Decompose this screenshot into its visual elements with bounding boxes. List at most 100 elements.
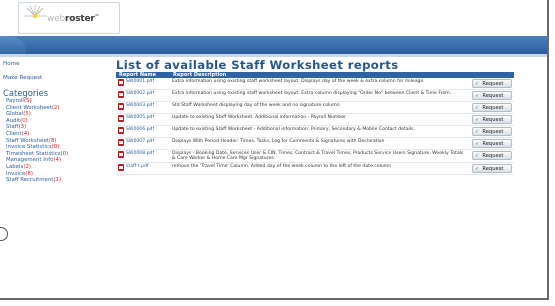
category-label: Invoice bbox=[6, 170, 26, 177]
request-cell: ✓ Request bbox=[468, 113, 514, 126]
report-name-cell: SW0006.pdf bbox=[116, 125, 170, 138]
category-label: Global bbox=[6, 111, 24, 118]
report-description: Update to existing Staff Worksheet - Add… bbox=[170, 125, 468, 138]
category-count: (5) bbox=[23, 111, 31, 118]
category-count: (1) bbox=[53, 177, 62, 184]
request-cell: ✓ Request bbox=[468, 89, 514, 102]
report-description: Extra information using existing staff w… bbox=[170, 89, 468, 102]
table-row: SW0007.pdf Displays With Period Header: T… bbox=[116, 137, 514, 150]
request-button-label: Request bbox=[482, 105, 504, 111]
request-cell: ✓ Request bbox=[468, 125, 514, 138]
category-link[interactable]: Invoice Statistics(0) bbox=[0, 144, 112, 151]
category-link[interactable]: Staff(3) bbox=[0, 124, 112, 131]
category-count: (0) bbox=[60, 150, 69, 157]
category-label: Management Info bbox=[6, 157, 54, 164]
category-count: (4) bbox=[53, 157, 62, 164]
request-button-label: Request bbox=[482, 81, 504, 87]
category-count: (0) bbox=[20, 117, 28, 124]
request-button-label: Request bbox=[482, 117, 504, 123]
category-link[interactable]: Invoice(8) bbox=[0, 171, 112, 178]
table-row: staff-t.pdf remove the 'Travel Time' Colu… bbox=[116, 162, 514, 176]
category-count: (5) bbox=[23, 98, 32, 104]
report-link[interactable]: SW0003.pdf bbox=[126, 103, 154, 108]
category-count: (2) bbox=[23, 163, 31, 170]
request-button-label: Request bbox=[482, 129, 504, 135]
request-button[interactable]: ✓ Request bbox=[472, 115, 512, 124]
checkmark-icon: ✓ bbox=[475, 93, 480, 99]
pdf-icon bbox=[118, 79, 124, 86]
category-link[interactable]: Global(5) bbox=[0, 111, 112, 118]
checkmark-icon: ✓ bbox=[475, 129, 480, 135]
category-label: Staff Recruitment bbox=[6, 177, 54, 184]
checkmark-icon: ✓ bbox=[475, 166, 480, 173]
category-link[interactable]: Client(4) bbox=[0, 131, 112, 138]
report-link[interactable]: SW0005.pdf bbox=[126, 115, 154, 120]
category-link[interactable]: Management Info(4) bbox=[0, 157, 112, 164]
report-description: Update to existing Staff Worksheet. Addi… bbox=[170, 113, 468, 126]
category-link[interactable]: Labels(2) bbox=[0, 164, 112, 171]
category-count: (0) bbox=[51, 144, 60, 151]
report-name-cell: SW0001.pdf bbox=[116, 78, 170, 90]
request-button[interactable]: ✓ Request bbox=[472, 79, 512, 88]
category-label: Audit bbox=[6, 117, 21, 124]
logo-text: webroster™ bbox=[47, 14, 100, 24]
categories-heading: Categories bbox=[3, 88, 49, 98]
page-title: List of available Staff Worksheet report… bbox=[116, 58, 399, 72]
table-row: SW0005.pdf Update to existing Staff Works… bbox=[116, 113, 514, 126]
report-link[interactable]: staff-t.pdf bbox=[126, 164, 149, 169]
request-button-label: Request bbox=[482, 153, 504, 159]
category-link[interactable]: Timesheet Statistics(0) bbox=[0, 151, 112, 158]
pdf-icon bbox=[118, 103, 124, 110]
category-count: (3) bbox=[18, 124, 27, 131]
category-count: (2) bbox=[51, 104, 60, 111]
table-row: SW0002.pdf Extra information using existi… bbox=[116, 89, 514, 102]
main-content: List of available Staff Worksheet report… bbox=[116, 58, 514, 176]
reports-table: Report Name Report Description SW0001.pd… bbox=[116, 72, 514, 176]
category-label: Payroll bbox=[6, 98, 24, 104]
webroster-logo[interactable]: webroster™ bbox=[18, 2, 120, 34]
request-cell: ✓ Request bbox=[468, 78, 514, 90]
checkmark-icon: ✓ bbox=[475, 105, 480, 111]
report-name-cell: SW0005.pdf bbox=[116, 113, 170, 126]
sidebar: Home Make Request Categories Payroll(5) C… bbox=[0, 60, 112, 184]
category-label: Staff bbox=[6, 124, 19, 131]
request-button[interactable]: ✓ Request bbox=[472, 127, 512, 136]
report-link[interactable]: SW0007.pdf bbox=[126, 139, 154, 144]
report-link[interactable]: SW0008.pdf bbox=[126, 151, 154, 156]
pdf-icon bbox=[118, 115, 124, 122]
report-description: remove the 'Travel Time' Column. Added d… bbox=[170, 162, 468, 176]
report-name-cell: SW0003.pdf bbox=[116, 101, 170, 114]
category-label: Invoice Statistics bbox=[6, 144, 52, 151]
category-link[interactable]: Staff Worksheet(8) bbox=[0, 138, 112, 145]
report-link[interactable]: SW0001.pdf bbox=[126, 79, 154, 84]
request-button[interactable]: ✓ Request bbox=[472, 139, 512, 148]
category-link[interactable]: Client Worksheet(2) bbox=[0, 105, 112, 112]
pdf-icon bbox=[118, 127, 124, 134]
table-row: SW0003.pdf Std Staff Worksheet displaying… bbox=[116, 101, 514, 114]
report-link[interactable]: SW0006.pdf bbox=[126, 127, 154, 132]
request-button[interactable]: ✓ Request bbox=[472, 91, 512, 100]
pdf-icon bbox=[118, 151, 124, 158]
category-count: (8) bbox=[48, 137, 57, 144]
sidebar-link-make-request[interactable]: Make Request bbox=[0, 74, 112, 83]
nav-bar-shadow bbox=[0, 54, 547, 57]
category-label: Client Worksheet bbox=[6, 104, 52, 111]
report-link[interactable]: SW0002.pdf bbox=[126, 91, 154, 96]
request-button[interactable]: ✓ Request bbox=[472, 164, 512, 174]
category-link[interactable]: Audit(0) bbox=[0, 118, 112, 125]
category-count: (8) bbox=[25, 170, 33, 177]
checkmark-icon: ✓ bbox=[475, 117, 480, 123]
report-description: Displays - Booking Date, Services User &… bbox=[170, 149, 468, 164]
request-button[interactable]: ✓ Request bbox=[472, 103, 512, 112]
category-list: Payroll(5) Client Worksheet(2) Global(5) Au… bbox=[0, 98, 112, 184]
request-button-label: Request bbox=[482, 93, 504, 99]
request-button-label: Request bbox=[482, 166, 504, 173]
pdf-icon bbox=[118, 139, 124, 146]
request-cell: ✓ Request bbox=[468, 101, 514, 114]
request-button[interactable]: ✓ Request bbox=[472, 151, 512, 160]
category-link[interactable]: Payroll(5) bbox=[0, 98, 112, 105]
sidebar-link-home[interactable]: Home bbox=[0, 60, 112, 69]
category-link[interactable]: Staff Recruitment(1) bbox=[0, 177, 112, 184]
nav-bar bbox=[0, 36, 547, 54]
category-label: Timesheet Statistics bbox=[6, 150, 61, 157]
